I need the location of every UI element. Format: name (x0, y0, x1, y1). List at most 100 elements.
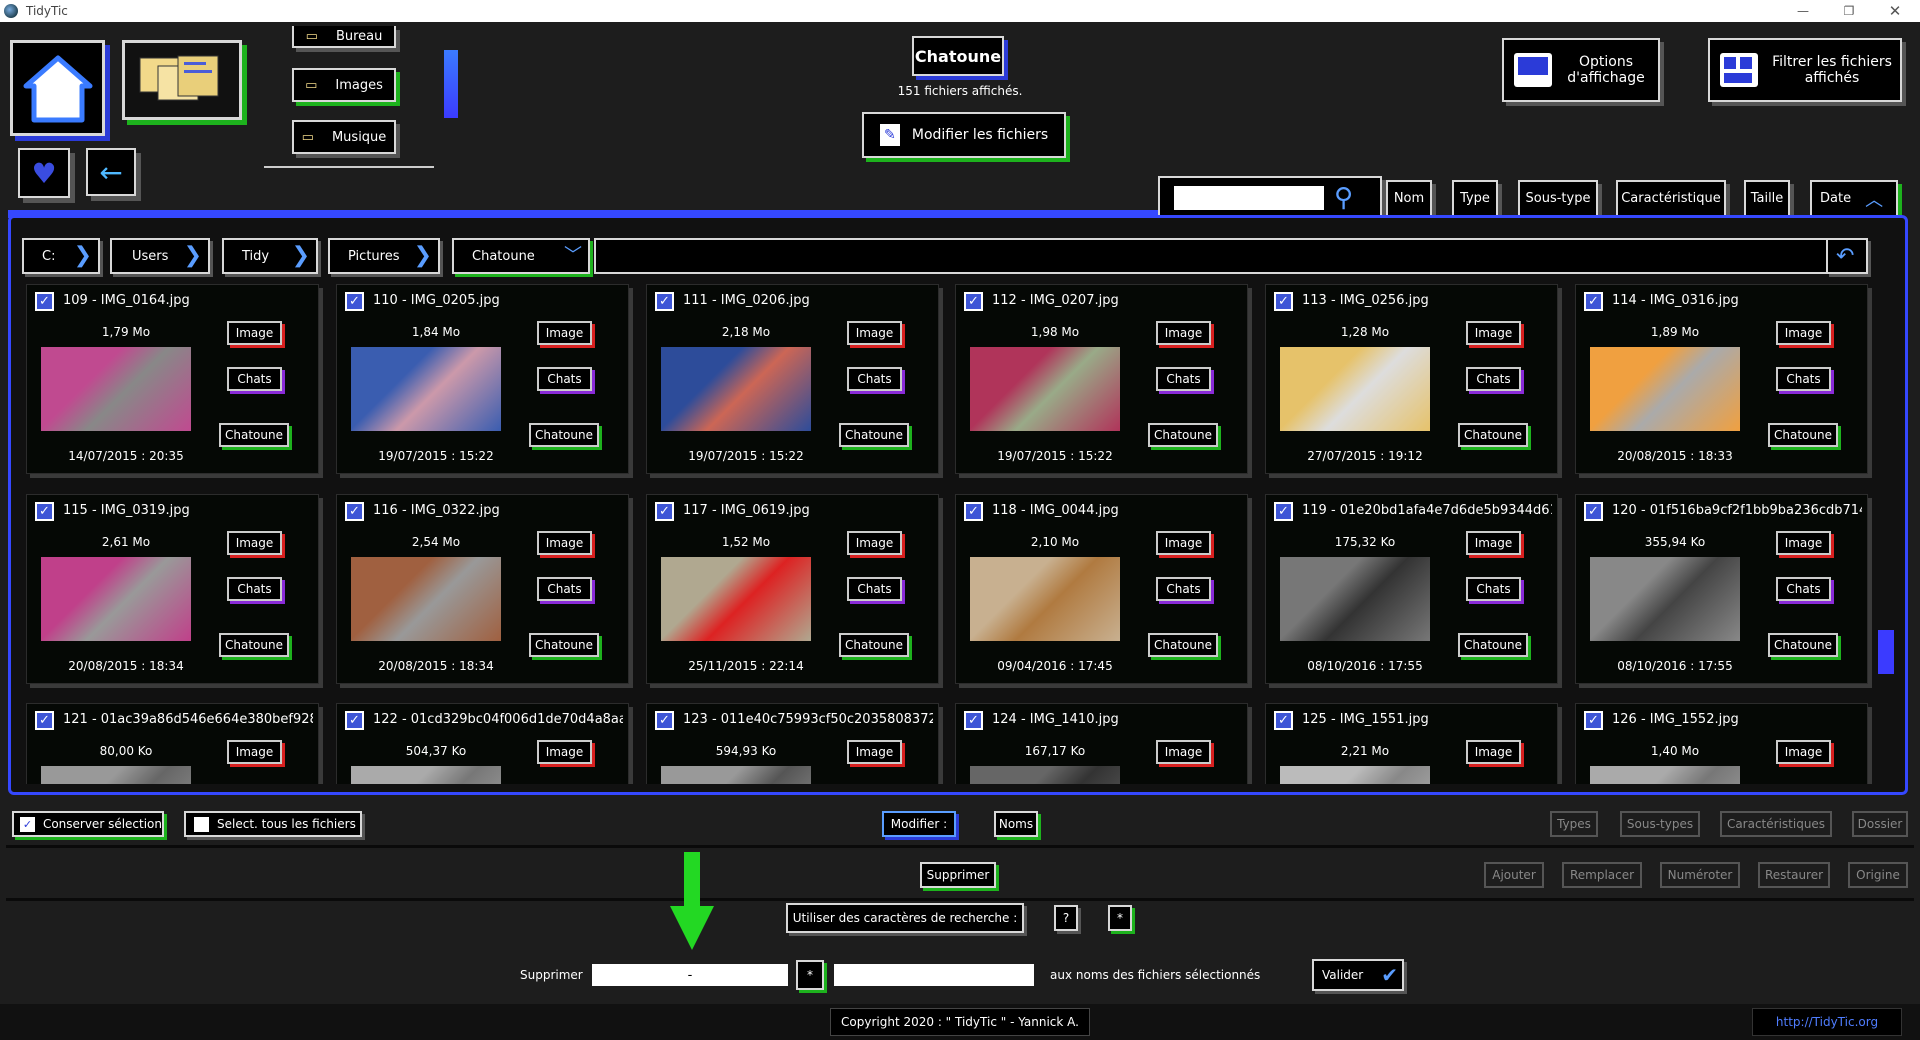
file-card[interactable]: ✓ 110 - IMG_0205.jpg 1,84 Mo 19/07/2015 : 1… (336, 284, 629, 474)
sort-by-type[interactable]: Type (1452, 180, 1498, 217)
select-checkbox[interactable]: ✓ (1274, 502, 1293, 521)
select-checkbox[interactable]: ✓ (345, 711, 364, 730)
type-tag[interactable]: Image (1156, 740, 1211, 764)
wildcard-button[interactable]: * (796, 960, 824, 990)
star-char-button[interactable]: * (1108, 905, 1132, 931)
characteristic-tag[interactable]: Chatoune (1768, 633, 1838, 657)
file-grid-scrollbar[interactable] (1878, 630, 1894, 674)
type-tag[interactable]: Image (227, 740, 282, 764)
current-folder-label[interactable]: Chatoune (912, 36, 1004, 76)
file-card[interactable]: ✓ 120 - 01f516ba9cf2f1bb9ba236cdb71411(35… (1575, 494, 1868, 684)
question-char-button[interactable]: ? (1054, 905, 1078, 931)
undo-path-button[interactable]: ↶ (1826, 238, 1868, 274)
file-thumbnail[interactable] (661, 347, 811, 431)
type-tag[interactable]: Image (1466, 321, 1521, 345)
maximize-button[interactable]: ❐ (1826, 0, 1872, 22)
type-tag[interactable]: Image (1776, 740, 1831, 764)
breadcrumb-chatoune[interactable]: Chatoune ﹀ (452, 238, 590, 274)
folder-scrollbar[interactable] (444, 50, 458, 118)
characteristics-button[interactable]: Caractéristiques (1720, 811, 1832, 837)
subtype-tag[interactable]: Chats (1776, 367, 1831, 391)
favorites-button[interactable]: ♥ (18, 148, 70, 198)
filter-files-button[interactable]: Filtrer les fichiers affichés (1708, 38, 1902, 102)
delete-pattern-field-2[interactable] (834, 964, 1034, 986)
characteristic-tag[interactable]: Chatoune (1458, 423, 1528, 447)
select-checkbox[interactable]: ✓ (1584, 711, 1603, 730)
number-mode-button[interactable]: Numéroter (1660, 862, 1740, 888)
select-all-button[interactable]: Select. tous les fichiers (184, 811, 362, 837)
type-tag[interactable]: Image (227, 321, 282, 345)
file-thumbnail[interactable] (1590, 347, 1740, 431)
file-thumbnail[interactable] (41, 347, 191, 431)
file-thumbnail[interactable] (351, 347, 501, 431)
breadcrumb-tidy[interactable]: Tidy ❯ (222, 238, 318, 274)
back-button[interactable]: ← (86, 148, 136, 196)
file-card[interactable]: ✓ 123 - 011e40c75993cf50c2035808372df 594,… (646, 703, 939, 784)
file-card[interactable]: ✓ 112 - IMG_0207.jpg 1,98 Mo 19/07/2015 : 1… (955, 284, 1248, 474)
file-card[interactable]: ✓ 117 - IMG_0619.jpg 1,52 Mo 25/11/2015 : 2… (646, 494, 939, 684)
type-tag[interactable]: Image (537, 321, 592, 345)
select-checkbox[interactable]: ✓ (35, 711, 54, 730)
file-card[interactable]: ✓ 124 - IMG_1410.jpg 167,17 Ko Image (955, 703, 1248, 784)
characteristic-tag[interactable]: Chatoune (1148, 423, 1218, 447)
type-tag[interactable]: Image (1466, 531, 1521, 555)
select-checkbox[interactable]: ✓ (345, 292, 364, 311)
type-tag[interactable]: Image (1156, 321, 1211, 345)
subtype-tag[interactable]: Chats (1466, 367, 1521, 391)
characteristic-tag[interactable]: Chatoune (1458, 633, 1528, 657)
characteristic-tag[interactable]: Chatoune (219, 633, 289, 657)
type-tag[interactable]: Image (847, 740, 902, 764)
select-checkbox[interactable]: ✓ (964, 502, 983, 521)
file-card[interactable]: ✓ 125 - IMG_1551.jpg 2,21 Mo Image (1265, 703, 1558, 784)
characteristic-tag[interactable]: Chatoune (839, 423, 909, 447)
select-checkbox[interactable]: ✓ (1584, 292, 1603, 311)
file-thumbnail[interactable] (970, 557, 1120, 641)
select-checkbox[interactable]: ✓ (345, 502, 364, 521)
subtype-tag[interactable]: Chats (1466, 577, 1521, 601)
select-checkbox[interactable]: ✓ (964, 292, 983, 311)
characteristic-tag[interactable]: Chatoune (839, 633, 909, 657)
add-mode-button[interactable]: Ajouter (1484, 862, 1544, 888)
subtype-tag[interactable]: Chats (227, 367, 282, 391)
type-tag[interactable]: Image (537, 531, 592, 555)
minimize-button[interactable]: — (1780, 0, 1826, 22)
sort-by-size[interactable]: Taille (1744, 180, 1790, 217)
characteristic-tag[interactable]: Chatoune (1768, 423, 1838, 447)
file-thumbnail[interactable] (661, 557, 811, 641)
validate-button[interactable]: Valider ✔ (1312, 959, 1404, 991)
website-link[interactable]: http://TidyTic.org (1752, 1008, 1902, 1036)
characteristic-tag[interactable]: Chatoune (219, 423, 289, 447)
replace-mode-button[interactable]: Remplacer (1562, 862, 1642, 888)
file-thumbnail[interactable] (970, 766, 1120, 784)
file-thumbnail[interactable] (351, 557, 501, 641)
type-tag[interactable]: Image (847, 321, 902, 345)
types-button[interactable]: Types (1550, 811, 1598, 837)
origin-mode-button[interactable]: Origine (1848, 862, 1908, 888)
breadcrumb-path-bar[interactable] (594, 238, 1826, 274)
folder-shortcut-images[interactable]: ▭ Images (292, 68, 396, 102)
type-tag[interactable]: Image (227, 531, 282, 555)
file-card[interactable]: ✓ 111 - IMG_0206.jpg 2,18 Mo 19/07/2015 : 1… (646, 284, 939, 474)
file-card[interactable]: ✓ 121 - 01ac39a86d546e664e380bef9288f 80,0… (26, 703, 319, 784)
subtypes-button[interactable]: Sous-types (1620, 811, 1700, 837)
delete-mode-button[interactable]: Supprimer (920, 862, 996, 888)
file-card[interactable]: ✓ 114 - IMG_0316.jpg 1,89 Mo 20/08/2015 : 1… (1575, 284, 1868, 474)
delete-pattern-field[interactable]: - (592, 964, 788, 986)
characteristic-tag[interactable]: Chatoune (529, 633, 599, 657)
breadcrumb-users[interactable]: Users ❯ (110, 238, 210, 274)
select-checkbox[interactable]: ✓ (35, 292, 54, 311)
display-options-button[interactable]: Options d'affichage (1502, 38, 1660, 102)
select-checkbox[interactable]: ✓ (964, 711, 983, 730)
modify-mode-button[interactable]: Modifier : (882, 811, 956, 837)
type-tag[interactable]: Image (537, 740, 592, 764)
file-card[interactable]: ✓ 115 - IMG_0319.jpg 2,61 Mo 20/08/2015 : 1… (26, 494, 319, 684)
subtype-tag[interactable]: Chats (847, 577, 902, 601)
file-manager-button[interactable] (122, 40, 242, 120)
use-search-chars-button[interactable]: Utiliser des caractères de recherche : (786, 903, 1024, 933)
folder-shortcut-bureau[interactable]: ▭ Bureau (292, 26, 396, 48)
type-tag[interactable]: Image (1466, 740, 1521, 764)
sort-by-subtype[interactable]: Sous-type (1518, 180, 1598, 217)
file-thumbnail[interactable] (41, 557, 191, 641)
file-card[interactable]: ✓ 113 - IMG_0256.jpg 1,28 Mo 27/07/2015 : 1… (1265, 284, 1558, 474)
restore-mode-button[interactable]: Restaurer (1758, 862, 1830, 888)
